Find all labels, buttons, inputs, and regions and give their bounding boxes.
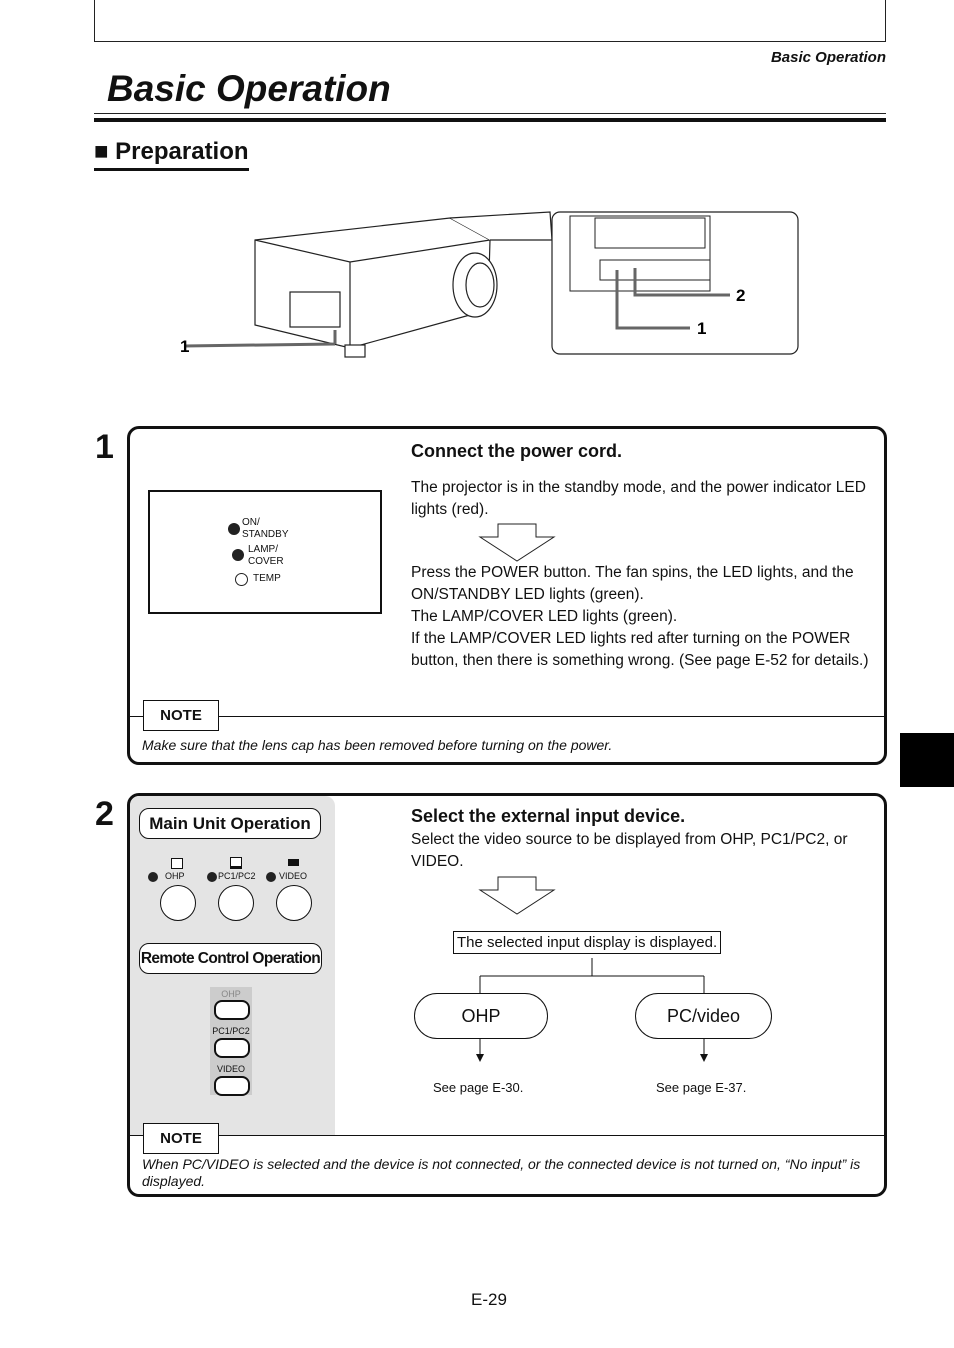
ohp-label: OHP bbox=[165, 871, 185, 881]
remote-pc-button[interactable] bbox=[214, 1038, 250, 1058]
step-2-note: When PC/VIDEO is selected and the device… bbox=[142, 1156, 861, 1189]
ohp-button[interactable] bbox=[160, 885, 196, 921]
on-standby-label: ON/STANDBY bbox=[242, 517, 289, 540]
remote-control-label: Remote Control Operation bbox=[139, 943, 322, 974]
led-panel: ON/STANDBY LAMP/COVER TEMP bbox=[148, 490, 382, 614]
header-frame bbox=[94, 0, 886, 42]
running-header: Basic Operation bbox=[770, 49, 886, 66]
video-led bbox=[266, 872, 276, 882]
remote-video-label: VIDEO bbox=[216, 1064, 245, 1074]
video-button[interactable] bbox=[276, 885, 312, 921]
remote-strip: OHP PC1/PC2 VIDEO bbox=[210, 987, 252, 1096]
temp-led bbox=[235, 573, 248, 586]
ohp-option: OHP bbox=[414, 993, 548, 1039]
manual-page: Basic Operation Basic Operation ■ Prepar… bbox=[0, 0, 954, 1348]
square-bullet-icon: ■ bbox=[94, 138, 109, 165]
remote-video-button[interactable] bbox=[214, 1076, 250, 1096]
step-1-number: 1 bbox=[95, 428, 114, 466]
ohp-led bbox=[148, 872, 158, 882]
note-label: NOTE bbox=[143, 700, 219, 731]
camera-icon bbox=[288, 859, 299, 866]
document-icon bbox=[171, 858, 183, 869]
title-rule-thick bbox=[94, 118, 886, 122]
remote-ohp-button[interactable] bbox=[214, 1000, 250, 1020]
video-label: VIDEO bbox=[279, 871, 308, 881]
see-page-pc: See page E-37. bbox=[656, 1080, 747, 1095]
page-number: E-29 bbox=[471, 1290, 507, 1309]
step-1-para-2: Press the POWER button. The fan spins, t… bbox=[411, 564, 854, 603]
main-unit-label: Main Unit Operation bbox=[139, 808, 321, 839]
section-heading: ■ Preparation bbox=[94, 138, 249, 171]
step-1-para-4: If the LAMP/COVER LED lights red after t… bbox=[411, 630, 869, 669]
remote-ohp-label: OHP bbox=[221, 989, 241, 999]
flow-box: The selected input display is displayed. bbox=[453, 931, 722, 954]
pc-led bbox=[207, 872, 217, 882]
callout-2: 2 bbox=[736, 286, 745, 305]
on-standby-led bbox=[228, 523, 240, 535]
remote-pc-label: PC1/PC2 bbox=[212, 1026, 250, 1036]
callout-1: 1 bbox=[180, 337, 189, 356]
computer-icon bbox=[230, 857, 242, 869]
temp-label: TEMP bbox=[253, 573, 281, 584]
down-arrow-icon bbox=[478, 523, 556, 562]
note-label: NOTE bbox=[143, 1123, 219, 1154]
step-1-note: Make sure that the lens cap has been rem… bbox=[142, 737, 613, 753]
step-2-para: Select the video source to be displayed … bbox=[411, 831, 848, 870]
pc-video-option: PC/video bbox=[635, 993, 772, 1039]
down-arrow-icon bbox=[478, 876, 556, 915]
title-rule-thin bbox=[94, 113, 886, 114]
pc-button[interactable] bbox=[218, 885, 254, 921]
step-1-heading: Connect the power cord. bbox=[411, 441, 623, 461]
lamp-cover-label: LAMP/COVER bbox=[248, 544, 284, 567]
step-2-heading: Select the external input device. bbox=[411, 806, 686, 826]
note-divider bbox=[130, 716, 884, 717]
note-divider bbox=[130, 1135, 884, 1136]
step-1-para-3: The LAMP/COVER LED lights (green). bbox=[411, 608, 678, 625]
see-page-ohp: See page E-30. bbox=[433, 1080, 524, 1095]
page-title: Basic Operation bbox=[107, 68, 391, 109]
lamp-cover-led bbox=[232, 549, 244, 561]
step-2-number: 2 bbox=[95, 795, 114, 833]
pc-label: PC1/PC2 bbox=[218, 871, 256, 881]
projector-illustration: 1 2 1 bbox=[180, 211, 799, 358]
inset-callout-1: 1 bbox=[697, 319, 706, 338]
chapter-tab bbox=[900, 733, 954, 787]
step-1-para-1: The projector is in the standby mode, an… bbox=[411, 479, 866, 518]
